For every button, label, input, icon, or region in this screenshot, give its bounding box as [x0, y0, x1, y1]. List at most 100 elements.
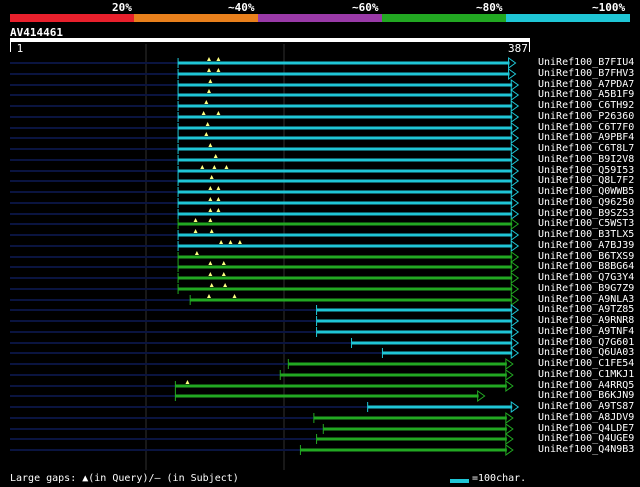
hit-label[interactable]: UniRef100_C6TH92 [538, 100, 634, 111]
query-gap-marker [200, 165, 205, 169]
query-gap-marker [212, 165, 217, 169]
query-gap-marker [216, 208, 221, 212]
query-gap-marker [201, 111, 206, 115]
hit-arrow-head [508, 57, 517, 69]
scale-legend-bar [450, 479, 469, 483]
hit-label[interactable]: UniRef100_Q96250 [538, 197, 634, 208]
hit-arrow-head [510, 401, 520, 413]
query-gap-marker [208, 218, 213, 222]
query-gap-marker [224, 165, 229, 169]
hit-label[interactable]: UniRef100_A9TNF4 [538, 326, 634, 337]
hit-arrow-head [510, 218, 520, 230]
query-gap-marker [228, 240, 233, 244]
hit-label[interactable]: UniRef100_B7FHV3 [538, 68, 634, 79]
hit-label[interactable]: UniRef100_C1MKJ1 [538, 369, 634, 380]
hit-label[interactable]: UniRef100_A9TS87 [538, 401, 634, 412]
hit-arrow-head [510, 175, 520, 187]
hit-arrow-head [510, 89, 520, 101]
hit-label[interactable]: UniRef100_B3TLX5 [538, 229, 634, 240]
query-gap-marker [216, 197, 221, 201]
hit-label[interactable]: UniRef100_Q8L7F2 [538, 175, 634, 186]
hit-arrow-head [510, 347, 520, 359]
hit-arrow-head [510, 208, 520, 220]
hit-arrow-head [510, 186, 520, 198]
query-gap-marker [216, 57, 221, 61]
query-gap-marker [216, 186, 221, 190]
hit-arrow-head [510, 111, 520, 123]
query-gap-marker [208, 197, 213, 201]
query-gap-marker [221, 261, 226, 265]
hit-label[interactable]: UniRef100_Q4N9B3 [538, 444, 634, 455]
hit-label[interactable]: UniRef100_A9PBF4 [538, 132, 634, 143]
hit-arrow-head [505, 380, 514, 392]
hit-label[interactable]: UniRef100_C5WST3 [538, 218, 634, 229]
query-gap-marker [216, 111, 221, 115]
hit-arrow-head [477, 390, 486, 402]
hit-arrow-head [510, 294, 520, 306]
query-gap-marker [209, 283, 214, 287]
query-gap-marker [209, 175, 214, 179]
hit-label[interactable]: UniRef100_A5B1F9 [538, 89, 634, 100]
hit-arrow-head [510, 315, 520, 327]
hit-arrow-head [510, 326, 520, 338]
hit-label[interactable]: UniRef100_B7FIU4 [538, 57, 634, 68]
hit-label[interactable]: UniRef100_C6T8L7 [538, 143, 634, 154]
query-gap-marker [209, 229, 214, 233]
hit-label[interactable]: UniRef100_Q0WWB5 [538, 186, 634, 197]
query-gap-marker [185, 380, 190, 384]
hit-label[interactable]: UniRef100_Q4UGE9 [538, 433, 634, 444]
hit-arrow-head [510, 283, 520, 295]
query-gap-marker [208, 208, 213, 212]
hit-label[interactable]: UniRef100_Q6UA03 [538, 347, 634, 358]
query-gap-marker [204, 132, 209, 136]
hit-arrow-head [505, 369, 514, 381]
query-gap-marker [204, 100, 209, 104]
query-gap-marker [219, 240, 224, 244]
hit-label[interactable]: UniRef100_A9RNR8 [538, 315, 634, 326]
query-gap-marker [206, 294, 211, 298]
query-gap-marker [208, 186, 213, 190]
query-gap-marker [206, 68, 211, 72]
hit-arrow-head [508, 68, 517, 80]
hit-arrow-head [510, 100, 520, 112]
hit-arrow-head [510, 251, 520, 263]
hit-label[interactable]: UniRef100_B9G7Z9 [538, 283, 634, 294]
hit-label[interactable]: UniRef100_B9I2V8 [538, 154, 634, 165]
hit-label[interactable]: UniRef100_Q7G3Y4 [538, 272, 634, 283]
query-gap-marker [208, 143, 213, 147]
hit-label[interactable]: UniRef100_A7BJ39 [538, 240, 634, 251]
hit-arrow-head [505, 423, 514, 435]
hit-arrow-head [505, 433, 514, 445]
hit-arrow-head [510, 165, 520, 177]
hit-label[interactable]: UniRef100_B6KJN9 [538, 390, 634, 401]
hit-label[interactable]: UniRef100_C1FE54 [538, 358, 634, 369]
query-gap-marker [194, 251, 199, 255]
query-gap-marker [206, 57, 211, 61]
hit-arrow-head [510, 154, 520, 166]
hit-label[interactable]: UniRef100_A8JDV9 [538, 412, 634, 423]
query-gap-marker [193, 218, 198, 222]
query-gap-marker [223, 283, 228, 287]
hit-arrow-head [510, 143, 520, 155]
hit-arrow-head [510, 337, 520, 349]
hit-arrow-head [510, 229, 520, 241]
hit-label[interactable]: UniRef100_B8BG64 [538, 261, 634, 272]
gaps-legend: Large gaps: ▲(in Query)/– (in Subject) [10, 473, 239, 484]
hit-arrow-head [510, 122, 520, 134]
hit-arrow-head [510, 132, 520, 144]
query-gap-marker [208, 272, 213, 276]
query-gap-marker [205, 122, 210, 126]
hit-label[interactable]: UniRef100_A9TZ85 [538, 304, 634, 315]
hit-arrow-head [510, 304, 520, 316]
hit-arrow-head [505, 444, 514, 456]
scale-legend-label: =100char. [472, 473, 527, 484]
query-gap-marker [193, 229, 198, 233]
query-gap-marker [237, 240, 242, 244]
query-gap-marker [206, 89, 211, 93]
query-gap-marker [213, 154, 218, 158]
hit-arrow-head [505, 358, 514, 370]
query-gap-marker [216, 68, 221, 72]
hit-label[interactable]: UniRef100_P26360 [538, 111, 634, 122]
hit-arrow-head [510, 272, 520, 284]
hit-arrow-head [510, 261, 520, 273]
